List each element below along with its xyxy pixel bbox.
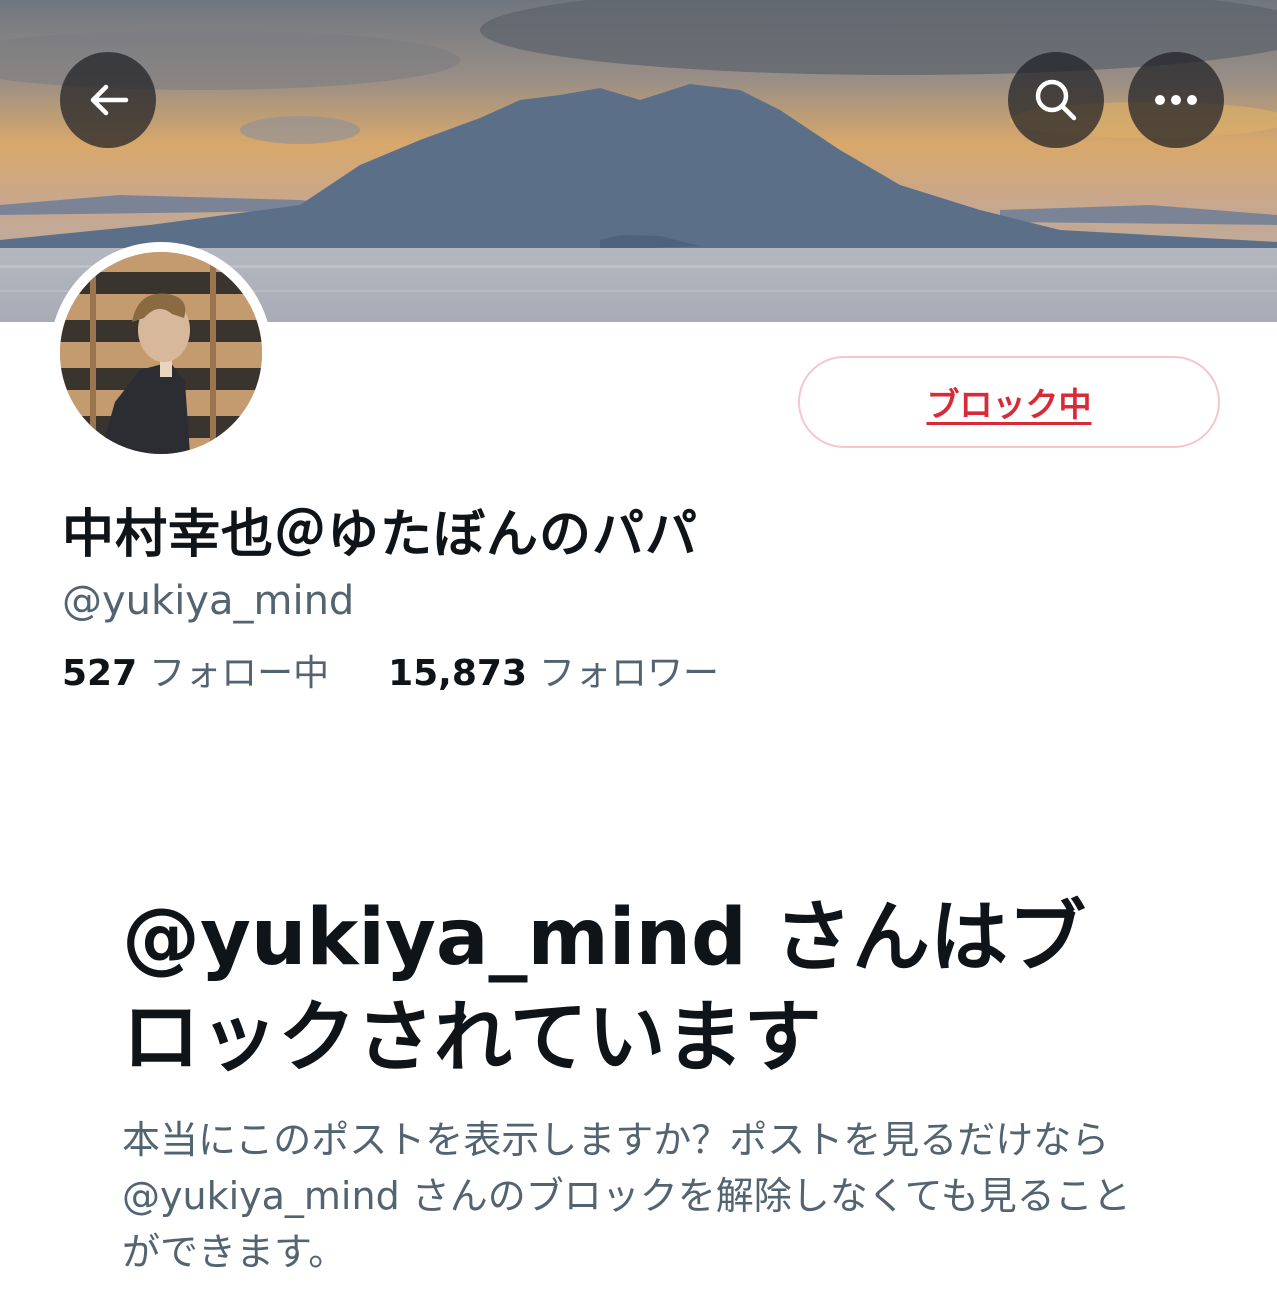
following-link[interactable]: 527 フォロー中: [62, 653, 341, 694]
arrow-left-icon: [90, 84, 129, 116]
user-handle: @yukiya_mind: [62, 578, 355, 624]
blocked-notice-title: @yukiya_mind さんはブロックされています: [122, 893, 1086, 1083]
followers-link[interactable]: 15,873 フォロワー: [388, 653, 719, 694]
following-label: フォロー中: [149, 653, 330, 694]
following-count: 527: [62, 653, 138, 694]
avatar[interactable]: [50, 242, 272, 464]
more-button[interactable]: [1128, 52, 1224, 148]
avatar-photo: [60, 252, 262, 454]
display-name: 中村幸也＠ゆたぼんのパパ: [62, 505, 699, 565]
search-icon: [1035, 79, 1077, 121]
blocked-button[interactable]: ブロック中: [798, 356, 1220, 448]
back-button[interactable]: [60, 52, 156, 148]
more-horizontal-icon: [1155, 95, 1197, 105]
blocked-notice-description: 本当にこのポストを表示しますか？ポストを見るだけなら @yukiya_mind …: [122, 1118, 1131, 1274]
followers-label: フォロワー: [539, 653, 720, 694]
followers-count: 15,873: [388, 653, 527, 694]
search-button[interactable]: [1008, 52, 1104, 148]
follow-stats: 527 フォロー中 15,873 フォロワー: [62, 644, 719, 696]
